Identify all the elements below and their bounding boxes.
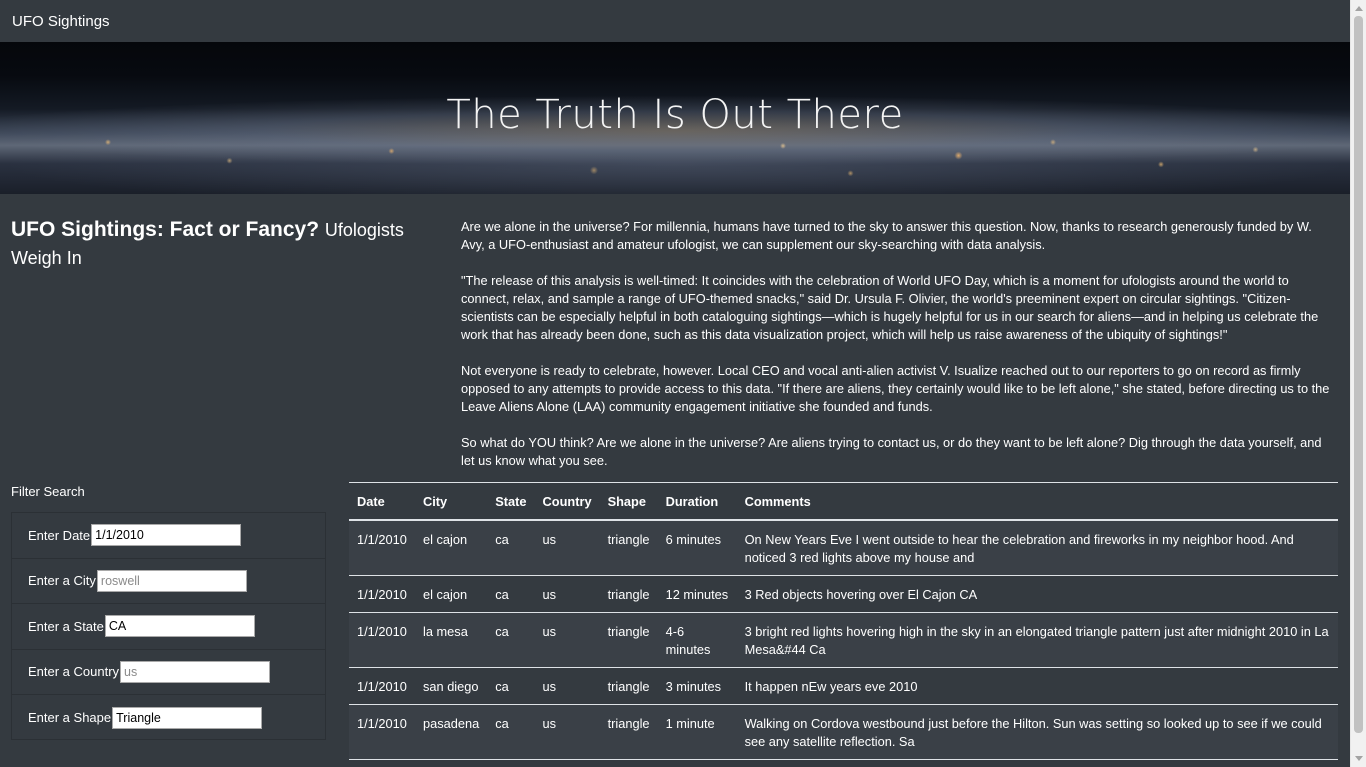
- cell-shape: triangle: [599, 704, 658, 760]
- header-country: Country: [534, 482, 600, 521]
- navbar: UFO Sightings: [0, 0, 1350, 42]
- filter-city: Enter a City: [12, 559, 325, 604]
- article-paragraph: Are we alone in the universe? For millen…: [461, 219, 1312, 252]
- cell-date: 1/1/2010: [349, 575, 415, 613]
- header-shape: Shape: [599, 482, 658, 521]
- cell-city: san diego: [415, 667, 488, 705]
- hero-title: The Truth Is Out There: [446, 92, 904, 138]
- heading-main: UFO Sightings: Fact or Fancy?: [11, 218, 320, 241]
- cell-city: pasadena: [415, 704, 488, 760]
- filter-country: Enter a Country: [12, 650, 325, 695]
- cell-shape: triangle: [599, 519, 658, 576]
- cell-country: us: [534, 704, 600, 760]
- page-heading: UFO Sightings: Fact or Fancy? Ufologists…: [11, 216, 431, 272]
- table-row: 1/1/2010 el cajon ca us triangle 12 minu…: [349, 575, 1338, 613]
- header-date: Date: [349, 482, 415, 521]
- city-label: Enter a City: [28, 573, 96, 589]
- cell-date: 1/1/2010: [349, 704, 415, 760]
- page: UFO Sightings The Truth Is Out There UFO…: [0, 0, 1350, 767]
- cell-date: 1/1/2010: [349, 612, 415, 668]
- header-city: City: [415, 482, 488, 521]
- header-comments: Comments: [736, 482, 1338, 521]
- cell-city: el cajon: [415, 575, 488, 613]
- cell-duration: 6 minutes: [657, 519, 737, 576]
- navbar-brand[interactable]: UFO Sightings: [12, 13, 110, 30]
- country-label: Enter a Country: [28, 664, 120, 680]
- header-duration: Duration: [657, 482, 737, 521]
- cell-comments: Walking on Cordova westbound just before…: [736, 704, 1338, 760]
- cell-state: ca: [487, 519, 535, 576]
- table-row: 1/1/2010 san diego ca us triangle 3 minu…: [349, 667, 1338, 705]
- ufo-table: Date City State Country Shape Duration C…: [349, 482, 1338, 760]
- hero-banner: The Truth Is Out There: [0, 42, 1350, 194]
- cell-shape: triangle: [599, 612, 658, 668]
- cell-comments: On New Years Eve I went outside to hear …: [736, 519, 1338, 576]
- state-label: Enter a State: [28, 618, 104, 634]
- article-paragraph: Not everyone is ready to celebrate, howe…: [461, 363, 1330, 414]
- cell-date: 1/1/2010: [349, 667, 415, 705]
- scroll-up-arrow-icon[interactable]: [1355, 6, 1363, 11]
- ufo-table-container: Date City State Country Shape Duration C…: [349, 482, 1338, 760]
- filter-list: Enter Date Enter a City Enter a State En…: [11, 512, 326, 740]
- table-row: 1/1/2010 el cajon ca us triangle 6 minut…: [349, 519, 1338, 576]
- vertical-scrollbar[interactable]: [1350, 0, 1366, 767]
- cell-state: ca: [487, 667, 535, 705]
- shape-label: Enter a Shape: [28, 710, 112, 726]
- country-input[interactable]: [120, 660, 271, 683]
- cell-comments: 3 bright red lights hovering high in the…: [736, 612, 1338, 668]
- cell-state: ca: [487, 575, 535, 613]
- filter-shape: Enter a Shape: [12, 695, 325, 741]
- cell-city: la mesa: [415, 612, 488, 668]
- cell-duration: 12 minutes: [657, 575, 737, 613]
- table-row: 1/1/2010 la mesa ca us triangle 4-6 minu…: [349, 612, 1338, 668]
- filter-search-title: Filter Search: [11, 484, 85, 499]
- filter-state: Enter a State: [12, 604, 325, 650]
- cell-state: ca: [487, 612, 535, 668]
- date-input[interactable]: [91, 524, 242, 547]
- state-input[interactable]: [104, 615, 255, 638]
- scrollbar-thumb[interactable]: [1354, 16, 1363, 733]
- cell-state: ca: [487, 704, 535, 760]
- cell-comments: 3 Red objects hovering over El Cajon CA: [736, 575, 1338, 613]
- cell-city: el cajon: [415, 519, 488, 576]
- cell-duration: 3 minutes: [657, 667, 737, 705]
- cell-shape: triangle: [599, 575, 658, 613]
- intro: UFO Sightings: Fact or Fancy? Ufologists…: [11, 216, 431, 272]
- filter-date: Enter Date: [12, 513, 325, 559]
- cell-date: 1/1/2010: [349, 519, 415, 576]
- cell-country: us: [534, 519, 600, 576]
- table-row: 1/1/2010 pasadena ca us triangle 1 minut…: [349, 704, 1338, 760]
- shape-input[interactable]: [112, 706, 263, 729]
- header-state: State: [487, 482, 535, 521]
- scroll-down-arrow-icon[interactable]: [1355, 756, 1363, 761]
- article-paragraph: So what do YOU think? Are we alone in th…: [461, 435, 1322, 468]
- cell-country: us: [534, 575, 600, 613]
- article-body: Are we alone in the universe? For millen…: [461, 218, 1336, 488]
- cell-comments: It happen nEw years eve 2010: [736, 667, 1338, 705]
- cell-country: us: [534, 612, 600, 668]
- cell-shape: triangle: [599, 667, 658, 705]
- date-label: Enter Date: [28, 527, 91, 543]
- city-input[interactable]: [96, 569, 247, 592]
- cell-duration: 1 minute: [657, 704, 737, 760]
- cell-country: us: [534, 667, 600, 705]
- article-paragraph: "The release of this analysis is well-ti…: [461, 273, 1319, 342]
- table-header-row: Date City State Country Shape Duration C…: [349, 482, 1338, 521]
- cell-duration: 4-6 minutes: [657, 612, 737, 668]
